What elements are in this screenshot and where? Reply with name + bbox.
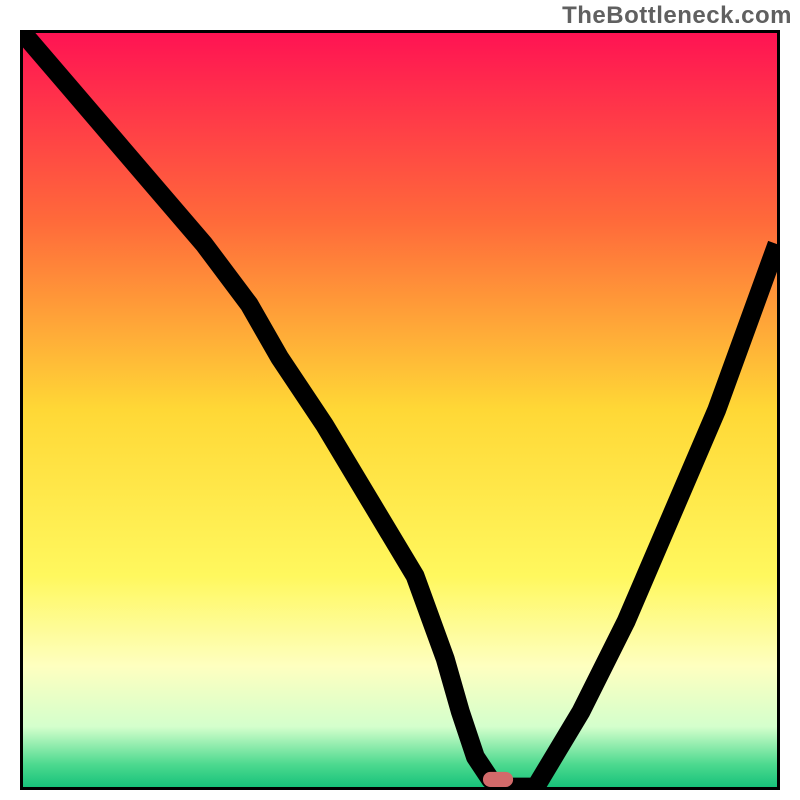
plot-frame: [20, 30, 780, 790]
optimal-marker: [483, 772, 513, 787]
gradient-background: [23, 33, 777, 787]
chart-container: TheBottleneck.com: [0, 0, 800, 800]
chart-svg: [23, 33, 777, 787]
watermark-label: TheBottleneck.com: [562, 2, 792, 30]
